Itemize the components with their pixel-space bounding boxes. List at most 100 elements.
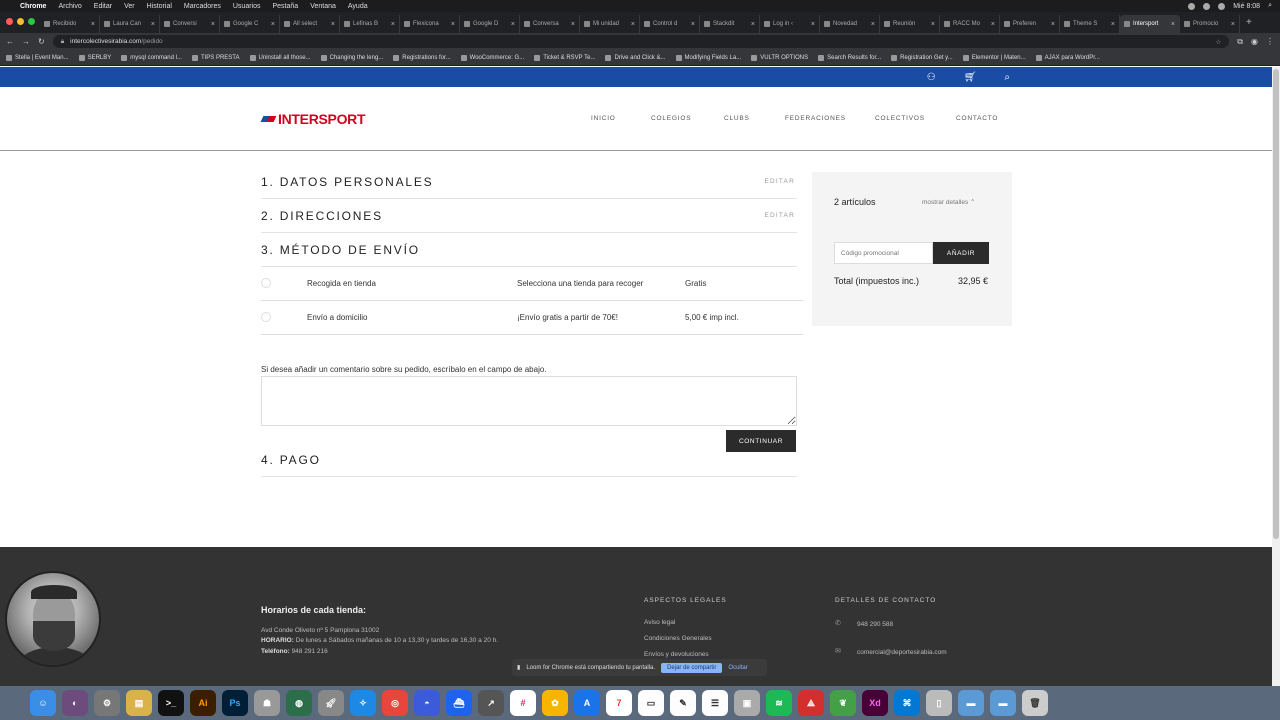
app-store-icon[interactable]: A <box>574 690 600 716</box>
bookmark-item[interactable]: WooCommerce: G... <box>460 54 524 61</box>
page-scrollbar[interactable] <box>1272 67 1280 687</box>
close-tab-icon[interactable]: × <box>511 21 515 28</box>
browser-tab[interactable]: Conversi × <box>160 15 220 33</box>
illustrator-icon[interactable]: Ai <box>190 690 216 716</box>
app-icon[interactable]: ◍ <box>286 690 312 716</box>
webcam-avatar[interactable] <box>5 571 101 667</box>
shipping-option-recogida[interactable]: Recogida en tienda Selecciona una tienda… <box>261 267 803 301</box>
browser-tab[interactable]: Google C × <box>220 15 280 33</box>
app-icon[interactable]: ↗ <box>478 690 504 716</box>
bookmark-item[interactable]: AJAX para WordPr... <box>1035 54 1100 61</box>
forward-icon[interactable]: → <box>22 37 30 46</box>
bookmark-item[interactable]: Uninstall all those... <box>249 54 311 61</box>
zoom-window-icon[interactable] <box>28 18 35 25</box>
wifi-icon[interactable] <box>1203 2 1211 10</box>
menu-dots-icon[interactable]: ⋮ <box>1266 37 1274 46</box>
bookmark-item[interactable]: TIPS PRESTA <box>191 54 240 61</box>
comment-textarea[interactable] <box>261 376 797 426</box>
stop-sharing-button[interactable]: Dejar de compartir <box>661 662 723 673</box>
close-tab-icon[interactable]: × <box>211 21 215 28</box>
show-details-link[interactable]: mostrar detalles ⌃ <box>922 198 976 206</box>
link-envios[interactable]: Envíos y devoluciones <box>644 651 709 658</box>
extensions-icon[interactable]: ⧉ <box>1237 37 1243 47</box>
spotlight-icon[interactable]: ⌕ <box>1268 2 1272 10</box>
bookmark-item[interactable]: Registrations for... <box>393 54 451 61</box>
folder-icon[interactable]: ▬ <box>958 690 984 716</box>
promo-code-input[interactable] <box>834 242 933 264</box>
cart-icon[interactable]: 🛒︎ <box>964 72 977 83</box>
terminal-icon[interactable]: >_ <box>158 690 184 716</box>
nav-contacto[interactable]: CONTACTO <box>956 115 998 122</box>
browser-tab[interactable]: Conversa × <box>520 15 580 33</box>
close-tab-icon[interactable]: × <box>691 21 695 28</box>
browser-tab[interactable]: Stackdit × <box>700 15 760 33</box>
browser-tab[interactable]: Recibido × <box>40 15 100 33</box>
app-icon[interactable]: ❦ <box>830 690 856 716</box>
menu-marcadores[interactable]: Marcadores <box>184 3 221 10</box>
spotify-icon[interactable]: ≋ <box>766 690 792 716</box>
close-tab-icon[interactable]: × <box>451 21 455 28</box>
bookmark-item[interactable]: mysql command l... <box>121 54 182 61</box>
bookmark-item[interactable]: Modifying Fields La... <box>675 54 741 61</box>
app-icon[interactable]: ▯ <box>926 690 952 716</box>
radio-button[interactable] <box>261 312 271 322</box>
trash-icon[interactable]: 🗑︎ <box>1022 690 1048 716</box>
browser-tab[interactable]: Preferen × <box>1000 15 1060 33</box>
contact-email[interactable]: comercial@deportesirabia.com <box>857 649 947 656</box>
bookmark-item[interactable]: Ticket & RSVP Te... <box>534 54 595 61</box>
menu-editar[interactable]: Editar <box>94 3 112 10</box>
browser-tab[interactable]: Novedad × <box>820 15 880 33</box>
close-tab-icon[interactable]: × <box>391 21 395 28</box>
link-condiciones[interactable]: Condiciones Generales <box>644 635 712 642</box>
back-icon[interactable]: ← <box>6 37 14 46</box>
folder-icon[interactable]: ▬ <box>990 690 1016 716</box>
browser-tab[interactable]: Flexicona × <box>400 15 460 33</box>
system-preferences-icon[interactable]: ⚙ <box>94 690 120 716</box>
browser-tab[interactable]: RACC Mo × <box>940 15 1000 33</box>
photoshop-icon[interactable]: Ps <box>222 690 248 716</box>
close-tab-icon[interactable]: × <box>571 21 575 28</box>
close-window-icon[interactable] <box>6 18 13 25</box>
textedit-icon[interactable]: ✎ <box>670 690 696 716</box>
menu-pestana[interactable]: Pestaña <box>273 3 299 10</box>
add-promo-button[interactable]: AÑADIR <box>933 242 989 264</box>
browser-tab[interactable]: Control d × <box>640 15 700 33</box>
edit-link[interactable]: EDITAR <box>764 178 795 185</box>
user-icon[interactable]: ⚇ <box>927 72 936 83</box>
new-tab-button[interactable]: + <box>1246 17 1252 28</box>
menu-historial[interactable]: Historial <box>147 3 172 10</box>
menu-usuarios[interactable]: Usuarios <box>233 3 261 10</box>
profile-icon[interactable]: ◉ <box>1251 37 1258 46</box>
slack-icon[interactable]: # <box>510 690 536 716</box>
preview-icon[interactable]: ▣ <box>734 690 760 716</box>
browser-tab[interactable]: Intersport × <box>1120 15 1180 33</box>
close-tab-icon[interactable]: × <box>1111 21 1115 28</box>
safari-icon[interactable]: ✧ <box>350 690 376 716</box>
launchpad-icon[interactable]: 🚀︎ <box>318 690 344 716</box>
menu-ver[interactable]: Ver <box>124 3 135 10</box>
scrollbar-thumb[interactable] <box>1273 69 1279 539</box>
browser-tab[interactable]: All select × <box>280 15 340 33</box>
browser-tab[interactable]: Theme S × <box>1060 15 1120 33</box>
bookmark-item[interactable]: Changing the leng... <box>320 54 383 61</box>
menu-chrome[interactable]: Chrome <box>20 3 46 10</box>
calendar-icon[interactable]: 7 <box>606 690 632 716</box>
browser-tab[interactable]: Reunión × <box>880 15 940 33</box>
close-tab-icon[interactable]: × <box>151 21 155 28</box>
nav-colectivos[interactable]: COLECTIVOS <box>875 115 925 122</box>
close-tab-icon[interactable]: × <box>331 21 335 28</box>
edit-link[interactable]: EDITAR <box>764 212 795 219</box>
bookmark-item[interactable]: VULTR OPTIONS <box>751 54 808 61</box>
close-tab-icon[interactable]: × <box>1231 21 1235 28</box>
bookmark-item[interactable]: Drive and Click &... <box>605 54 666 61</box>
close-tab-icon[interactable]: × <box>811 21 815 28</box>
photos-app-icon[interactable]: ◐ <box>62 690 88 716</box>
close-tab-icon[interactable]: × <box>1171 21 1175 28</box>
shipping-option-domicilio[interactable]: Envío a domicilio ¡Envío gratis a partir… <box>261 301 803 335</box>
browser-tab[interactable]: Log in ‹ × <box>760 15 820 33</box>
close-tab-icon[interactable]: × <box>271 21 275 28</box>
continue-button[interactable]: CONTINUAR <box>726 430 796 452</box>
app-icon[interactable]: ▤ <box>126 690 152 716</box>
menu-archivo[interactable]: Archivo <box>58 3 81 10</box>
battery-icon[interactable] <box>1218 2 1226 10</box>
